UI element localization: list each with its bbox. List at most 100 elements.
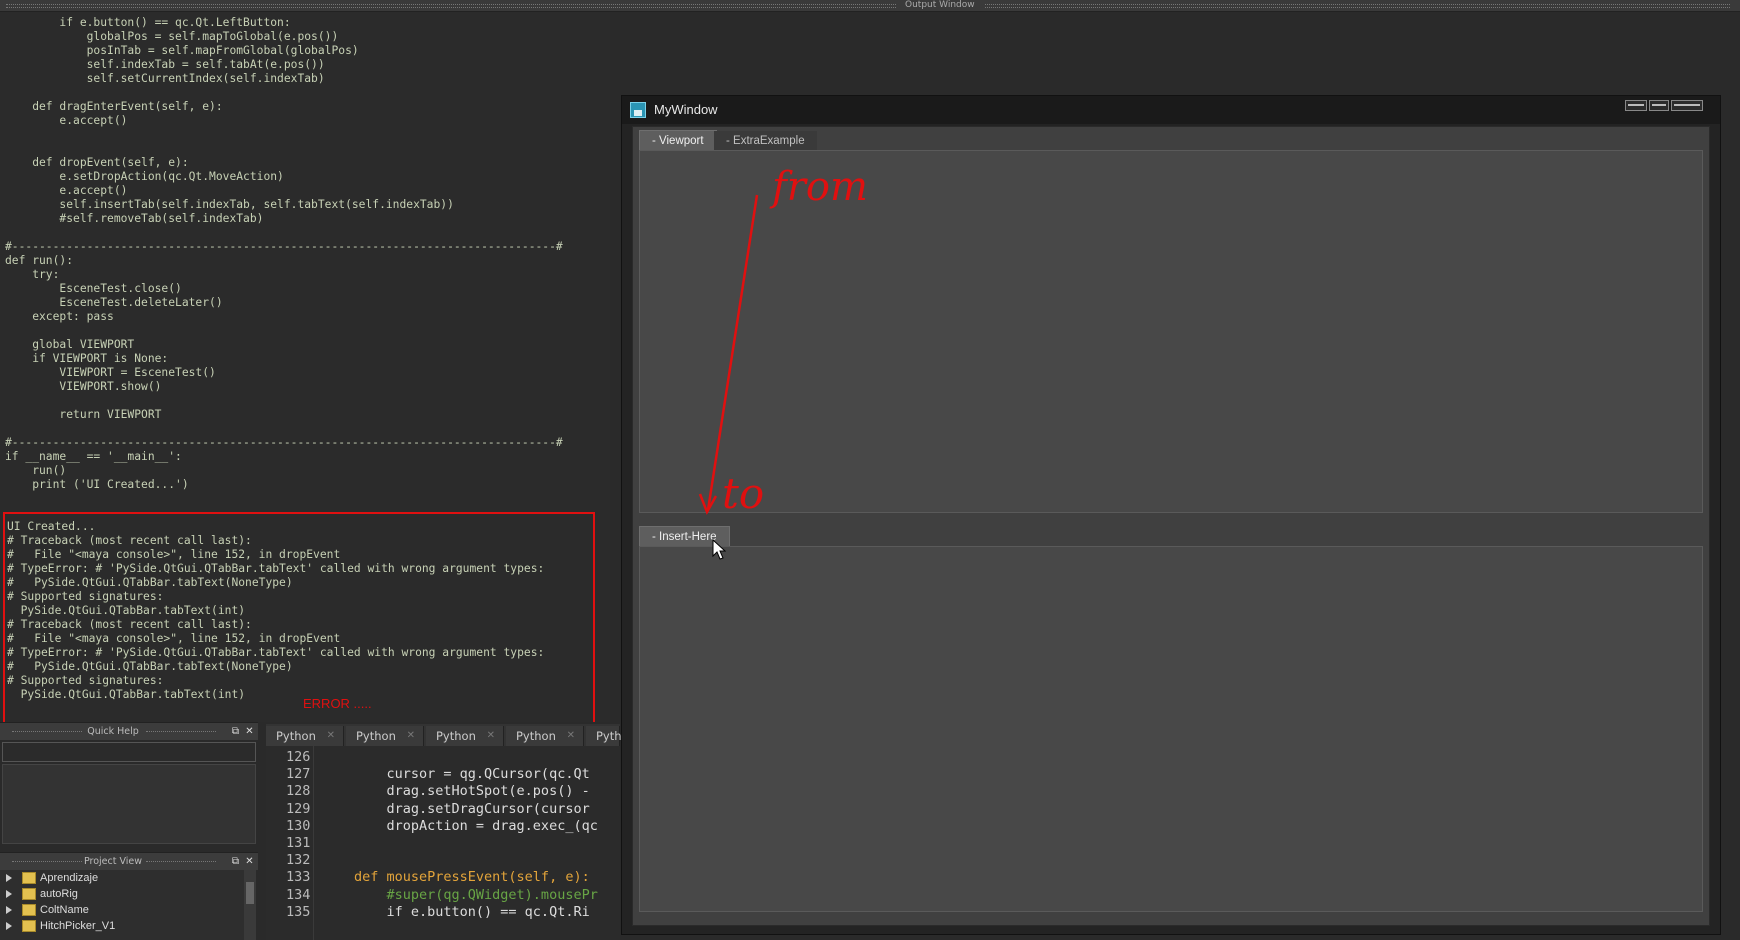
console-code: if e.button() == qc.Qt.LeftButton: globa… [5, 16, 563, 492]
mouse-cursor-icon [712, 539, 726, 560]
console-line: try: [5, 268, 60, 281]
expand-arrow-icon[interactable] [6, 874, 12, 882]
project-tree: Aprendizaje autoRig ColtName HitchPicker… [0, 870, 244, 940]
error-line: # TypeError: # 'PySide.QtGui.QTabBar.tab… [7, 562, 545, 575]
error-line: # File "<maya console>", line 152, in dr… [7, 548, 341, 561]
line-number: 135 [286, 903, 311, 920]
console-line: if e.button() == qc.Qt.LeftButton: [5, 16, 291, 29]
line-number-gutter: 126 127 128 129 130 131 132 133 134 135 [266, 746, 314, 940]
folder-icon [22, 872, 36, 884]
output-window-titlebar[interactable]: Output Window [0, 0, 1740, 12]
console-line: return VIEWPORT [5, 408, 162, 421]
script-editor-tabbar: Python ✕ Python ✕ Python ✕ Python ✕ Pyth [266, 724, 622, 746]
project-item-label: Aprendizaje [40, 872, 99, 884]
mywindow-titlebar[interactable]: MyWindow [622, 96, 1720, 124]
script-tab[interactable]: Python ✕ [346, 726, 424, 746]
insert-here-tab-pane [639, 546, 1703, 912]
console-line: VIEWPORT.show() [5, 380, 162, 393]
console-line: def dragEnterEvent(self, e): [5, 100, 223, 113]
output-console[interactable]: if e.button() == qc.Qt.LeftButton: globa… [0, 12, 610, 722]
quick-help-header[interactable]: Quick Help ⧉ ✕ [0, 722, 258, 740]
line-number: 128 [286, 783, 311, 800]
folder-icon [22, 920, 36, 932]
expand-arrow-icon[interactable] [6, 922, 12, 930]
quick-help-search-input[interactable] [2, 742, 256, 762]
script-tab[interactable]: Python ✕ [426, 726, 504, 746]
expand-arrow-icon[interactable] [6, 890, 12, 898]
line-number: 126 [286, 749, 311, 765]
code-line: drag.setHotSpot(e.pos() - [354, 783, 590, 800]
console-line: EsceneTest.deleteLater() [5, 296, 223, 309]
console-line: self.insertTab(self.indexTab, self.tabTe… [5, 198, 454, 211]
project-view-header[interactable]: Project View ⧉ ✕ [0, 852, 258, 870]
console-line: e.accept() [5, 114, 128, 127]
mywindow-dialog: MyWindow - Viewport - ExtraExample - Ins… [621, 95, 1721, 935]
mywindow-title: MyWindow [654, 102, 718, 117]
error-line: # Supported signatures: [7, 590, 164, 603]
maximize-button[interactable] [1649, 100, 1669, 111]
error-line: # PySide.QtGui.QTabBar.tabText(NoneType) [7, 660, 293, 673]
dock-grip [146, 861, 216, 862]
console-line: if VIEWPORT is None: [5, 352, 169, 365]
close-icon[interactable]: ✕ [487, 726, 495, 746]
minimize-button[interactable] [1625, 100, 1647, 111]
float-icon[interactable]: ⧉ [230, 856, 241, 867]
script-tab[interactable]: Python ✕ [506, 726, 584, 746]
project-item-hitchpicker[interactable]: HitchPicker_V1 [0, 918, 244, 934]
error-line: # TypeError: # 'PySide.QtGui.QTabBar.tab… [7, 646, 545, 659]
script-editor[interactable]: 126 127 128 129 130 131 132 133 134 135 cursor = … [266, 746, 620, 940]
close-icon[interactable]: ✕ [407, 726, 415, 746]
script-tab[interactable]: Pyth [586, 726, 622, 746]
float-icon[interactable]: ⧉ [230, 726, 241, 737]
script-tab-label: Python [516, 729, 556, 743]
error-annotation-label: ERROR ..... [303, 696, 372, 711]
line-number: 127 [286, 766, 311, 783]
close-icon[interactable]: ✕ [327, 726, 335, 746]
script-tab[interactable]: Python ✕ [266, 726, 344, 746]
script-tab-label: Python [356, 729, 396, 743]
project-item-label: autoRig [40, 888, 78, 900]
script-tab-label: Python [276, 729, 316, 743]
folder-icon [22, 888, 36, 900]
error-line: # PySide.QtGui.QTabBar.tabText(NoneType) [7, 576, 293, 589]
tab-label: - Viewport [652, 135, 704, 147]
project-item-label: HitchPicker_V1 [40, 920, 116, 932]
close-icon[interactable]: ✕ [244, 726, 255, 737]
scrollbar-thumb[interactable] [246, 882, 254, 904]
error-line: # Supported signatures: [7, 674, 164, 687]
tab-viewport[interactable]: - Viewport [639, 130, 717, 150]
code-line: if e.button() == qc.Qt.Ri [354, 903, 590, 920]
console-line: except: pass [5, 310, 114, 323]
titlebar-grip [985, 4, 1730, 8]
project-item-autorig[interactable]: autoRig [0, 886, 244, 902]
close-icon[interactable]: ✕ [244, 856, 255, 867]
console-line: def run(): [5, 254, 74, 267]
close-icon[interactable]: ✕ [567, 726, 575, 746]
code-line: #super(qg.QWidget).mousePr [354, 886, 598, 903]
error-traceback: UI Created... # Traceback (most recent ca… [7, 520, 544, 702]
error-line: PySide.QtGui.QTabBar.tabText(int) [7, 604, 246, 617]
project-item-aprendizaje[interactable]: Aprendizaje [0, 870, 244, 886]
folder-icon [22, 904, 36, 916]
tab-extraexample[interactable]: - ExtraExample [714, 131, 817, 151]
console-line: e.setDropAction(qc.Qt.MoveAction) [5, 170, 284, 183]
tab-label: - Insert-Here [652, 531, 717, 543]
error-line: UI Created... [7, 520, 96, 533]
close-button[interactable] [1671, 100, 1703, 111]
expand-arrow-icon[interactable] [6, 906, 12, 914]
project-item-coltname[interactable]: ColtName [0, 902, 244, 918]
console-line: self.setCurrentIndex(self.indexTab) [5, 72, 325, 85]
code-line: drag.setDragCursor(cursor [354, 800, 590, 817]
error-line: # File "<maya console>", line 152, in dr… [7, 632, 341, 645]
console-line: posInTab = self.mapFromGlobal(globalPos) [5, 44, 359, 57]
error-line: # Traceback (most recent call last): [7, 618, 252, 631]
project-view-scrollbar[interactable] [244, 870, 256, 940]
output-window-title: Output Window [905, 0, 975, 10]
console-line: if __name__ == '__main__': [5, 450, 182, 463]
console-line: globalPos = self.mapToGlobal(e.pos()) [5, 30, 339, 43]
